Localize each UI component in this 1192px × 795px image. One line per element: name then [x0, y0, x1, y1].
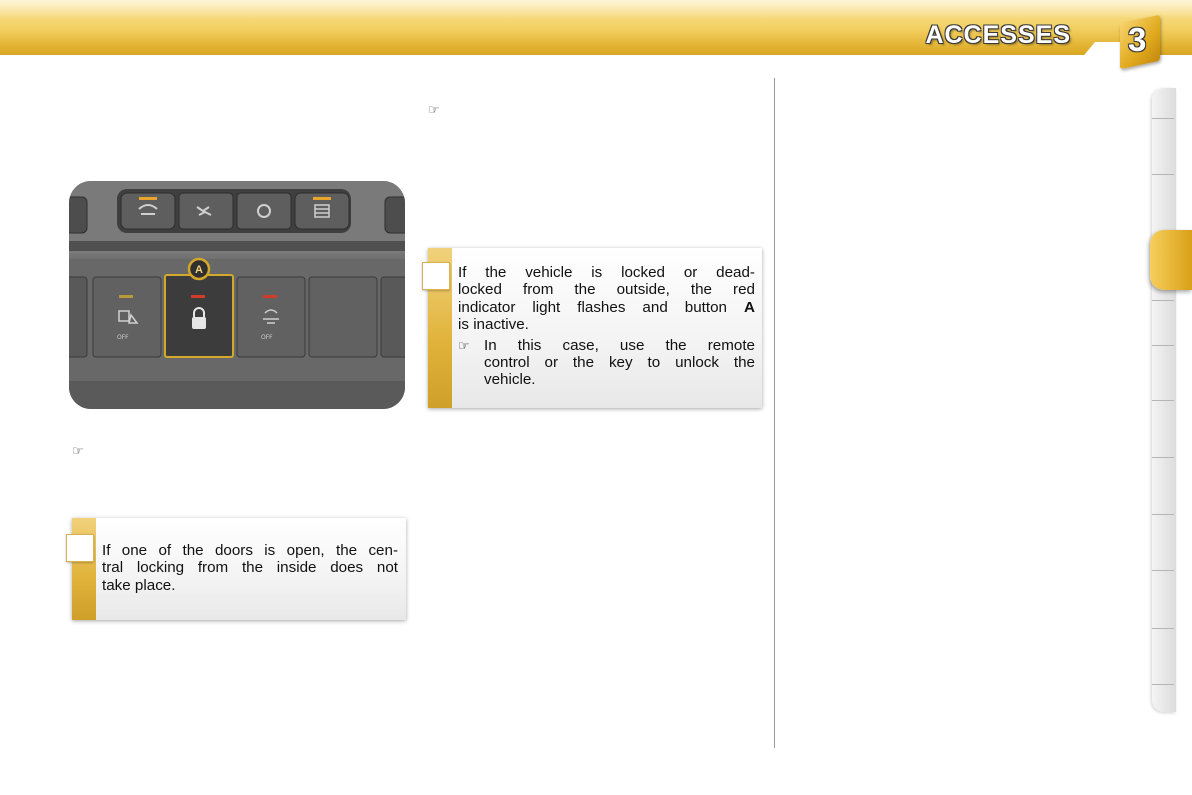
padlock-icon-body: [192, 317, 206, 329]
tab-divider: [1152, 300, 1174, 301]
edge-button-left: [69, 276, 88, 358]
header-bottom-edge: [0, 55, 1192, 67]
right-side-knob: [384, 196, 405, 234]
pointing-hand-icon: ☞: [458, 338, 470, 354]
column-divider: [774, 78, 775, 748]
panel-groove: [69, 241, 405, 251]
alarm-off-button: [236, 276, 306, 358]
button-a-reference: A: [744, 298, 755, 316]
note-marker-square: [422, 262, 450, 290]
note-doors-open: If one of the doors is open, the cen- tr…: [66, 518, 406, 620]
airflow-button: [178, 192, 234, 230]
note-doors-open-text: If one of the doors is open, the cen- tr…: [102, 542, 398, 594]
note-line: vehicle.: [484, 371, 536, 389]
note-marker-square: [66, 534, 94, 562]
tab-divider: [1152, 570, 1174, 571]
note-line: In this case, use the remote: [484, 336, 755, 354]
note-locked-outside-text: If the vehicle is locked or dead- locked…: [458, 264, 755, 389]
note-line: indicator light flashes and button A: [458, 299, 755, 316]
amber-indicator: [139, 197, 157, 200]
chapter-number: 3: [1128, 21, 1147, 58]
pointing-hand-icon: ☞: [72, 444, 84, 459]
tab-divider: [1152, 514, 1174, 515]
note-line: is inactive.: [458, 316, 529, 334]
tab-divider: [1152, 345, 1174, 346]
red-indicator: [263, 295, 277, 298]
tab-divider: [1152, 628, 1174, 629]
note-bullet: ☞ In this case, use the remote control o…: [458, 337, 755, 389]
blank-button: [308, 276, 378, 358]
tab-divider: [1152, 118, 1174, 119]
note-line: tral locking from the inside does not: [102, 559, 398, 577]
off-label-right: OFF: [261, 334, 273, 341]
note-line: control or the key to unlock the: [484, 354, 755, 372]
amber-indicator: [119, 295, 133, 298]
chapter-tab-active[interactable]: [1150, 230, 1192, 290]
pointing-hand-icon: ☞: [428, 103, 440, 118]
edge-button-right: [380, 276, 405, 358]
tab-divider: [1152, 684, 1174, 685]
note-line: take place.: [102, 576, 176, 594]
tab-divider: [1152, 457, 1174, 458]
header-shine: [0, 0, 1192, 18]
central-locking-button-highlight: [164, 274, 234, 358]
red-indicator: [191, 295, 205, 298]
note-line: If one of the doors is open, the cen-: [102, 542, 398, 559]
off-label-left: OFF: [117, 334, 129, 341]
child-lock-button: [92, 276, 162, 358]
note-locked-outside: If the vehicle is locked or dead- locked…: [422, 248, 762, 408]
lower-panel-shadow: [69, 381, 405, 409]
recirculation-button: [236, 192, 292, 230]
note-line-text: indicator light flashes and button: [458, 298, 745, 316]
callout-a-label: A: [195, 264, 203, 276]
dashboard-photo: OFF OFF A: [69, 181, 405, 409]
tab-divider: [1152, 400, 1174, 401]
amber-indicator: [313, 197, 331, 200]
dashboard-illustration: OFF OFF A: [69, 181, 405, 409]
note-line: locked from the outside, the red: [458, 281, 755, 299]
left-side-knob: [69, 196, 88, 234]
tab-divider: [1152, 174, 1174, 175]
note-line: If the vehicle is locked or dead-: [458, 264, 755, 281]
section-title: ACCESSES: [925, 21, 1071, 49]
